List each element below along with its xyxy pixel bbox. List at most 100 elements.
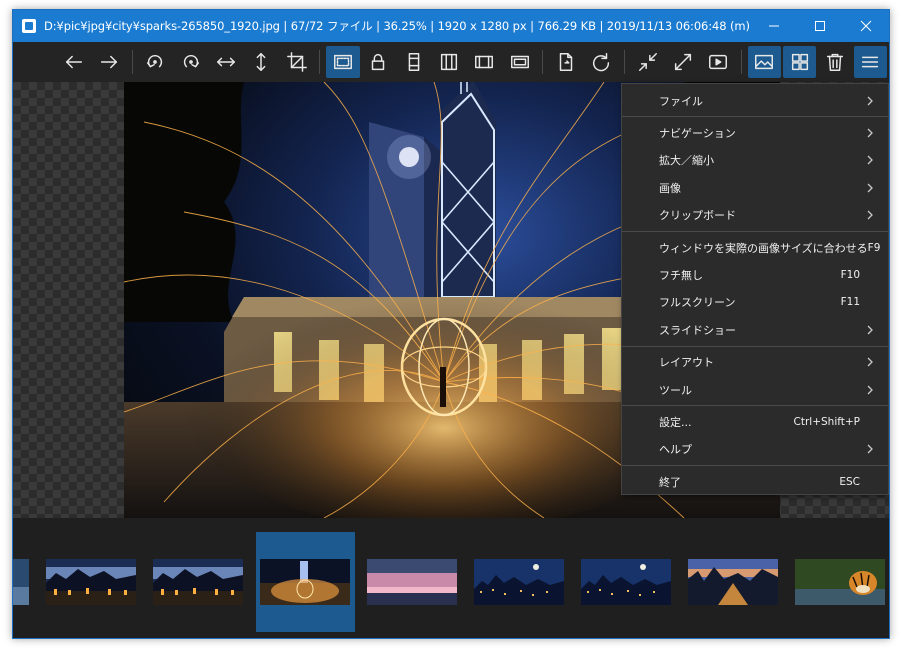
thumbnail-image: [581, 559, 671, 605]
menu-item[interactable]: 画像: [622, 174, 888, 201]
menu-item-shortcut: F11: [840, 296, 860, 309]
menu-item[interactable]: ナビゲーション: [622, 119, 888, 146]
menu-item[interactable]: 終了 ESC: [622, 468, 888, 495]
flip-vertical-button[interactable]: [245, 46, 278, 78]
chevron-right-icon: [867, 128, 873, 138]
arrow-right-icon: [100, 55, 118, 69]
menu-separator: [622, 345, 888, 347]
file-open-icon: [559, 53, 573, 71]
rotate-left-button[interactable]: [139, 46, 172, 78]
menu-item[interactable]: ヘルプ: [622, 436, 888, 463]
rotate-right-button[interactable]: [174, 46, 207, 78]
toolbar: [13, 42, 889, 82]
menu-item-label: ツール: [659, 383, 692, 397]
menu-item[interactable]: レイアウト: [622, 349, 888, 376]
thumbnail[interactable]: [581, 559, 671, 605]
submenu-arrow: [866, 183, 874, 193]
main-menu-button[interactable]: [853, 46, 888, 78]
menu-item-label: ファイル: [659, 94, 703, 108]
crop-icon: [286, 52, 307, 72]
minimize-icon: [769, 25, 779, 27]
submenu-arrow: [866, 96, 874, 106]
close-button[interactable]: [843, 10, 889, 42]
slideshow-button[interactable]: [702, 46, 735, 78]
menu-separator: [622, 405, 888, 407]
next-image-button[interactable]: [92, 46, 125, 78]
arrow-left-icon: [65, 55, 82, 69]
menu-item-shortcut: F9: [867, 241, 881, 254]
thumbnail-selected[interactable]: [260, 559, 350, 605]
thumbnail-image: [153, 559, 243, 605]
thumbnail-image: [260, 559, 350, 605]
menu-item[interactable]: クリップボード: [622, 202, 888, 229]
maximize-button[interactable]: [797, 10, 843, 42]
imageglass-app-icon[interactable]: [22, 19, 36, 33]
title-bar[interactable]: D:¥pic¥jpg¥city¥sparks-265850_1920.jpg |…: [13, 10, 889, 42]
menu-item-shortcut: ESC: [839, 475, 860, 488]
minimize-button[interactable]: [751, 10, 797, 42]
thumbnail-image: [13, 559, 29, 605]
slideshow-icon: [709, 54, 728, 70]
open-file-button[interactable]: [549, 46, 582, 78]
thumbnail-bar: [13, 518, 889, 638]
thumbnail[interactable]: [46, 559, 136, 605]
menu-item-label: 拡大／縮小: [659, 154, 714, 168]
show-viewer-button[interactable]: [747, 46, 782, 78]
refresh-button[interactable]: [585, 46, 618, 78]
crop-button[interactable]: [280, 46, 313, 78]
menu-separator: [622, 465, 888, 467]
lock-zoom-button[interactable]: [362, 46, 395, 78]
thumbnail-image: [795, 559, 885, 605]
main-context-menu: ファイルナビゲーション拡大／縮小画像クリップボード ウィンドウを実際の画像サイズに…: [621, 83, 889, 495]
flip-horizontal-icon: [216, 57, 235, 67]
submenu-arrow: [866, 325, 874, 335]
toolbar-separator: [319, 50, 321, 74]
scale-to-fit-button[interactable]: [468, 46, 501, 78]
show-thumbnails-button[interactable]: [783, 46, 817, 78]
scale-width-icon: [408, 53, 419, 71]
menu-item-label: スライドショー: [659, 323, 736, 337]
chevron-right-icon: [867, 385, 873, 395]
scale-to-width-button[interactable]: [397, 46, 430, 78]
menu-item[interactable]: スライドショー: [622, 316, 888, 343]
hamburger-icon: [862, 56, 879, 68]
menu-item[interactable]: 拡大／縮小: [622, 147, 888, 174]
window-fit-button[interactable]: [631, 46, 664, 78]
thumbnail[interactable]: [13, 559, 29, 605]
submenu-arrow: [866, 155, 874, 165]
refresh-icon: [593, 53, 610, 72]
menu-item-label: レイアウト: [659, 356, 714, 370]
thumbnail-image: [474, 559, 564, 605]
thumbnail[interactable]: [153, 559, 243, 605]
menu-item-shortcut: F10: [840, 269, 860, 282]
chevron-right-icon: [867, 325, 873, 335]
close-icon: [860, 20, 872, 32]
menu-item-label: 画像: [659, 181, 681, 195]
thumbnail[interactable]: [474, 559, 564, 605]
previous-image-button[interactable]: [57, 46, 90, 78]
menu-item[interactable]: フチ無し F10: [622, 261, 888, 288]
flip-horizontal-button[interactable]: [209, 46, 242, 78]
menu-item-label: 終了: [659, 475, 681, 489]
scale-to-height-button[interactable]: [432, 46, 465, 78]
window-title: D:¥pic¥jpg¥city¥sparks-265850_1920.jpg |…: [44, 19, 751, 33]
thumbnail[interactable]: [795, 559, 885, 605]
menu-item-label: フチ無し: [659, 269, 703, 283]
auto-zoom-button[interactable]: [326, 46, 360, 78]
toolbar-separator: [740, 50, 742, 74]
menu-item[interactable]: 設定... Ctrl+Shift+P: [622, 408, 888, 435]
delete-button[interactable]: [818, 46, 851, 78]
thumbnail[interactable]: [688, 559, 778, 605]
menu-item[interactable]: フルスクリーン F11: [622, 289, 888, 316]
menu-item[interactable]: ウィンドウを実際の画像サイズに合わせる F9: [622, 234, 888, 261]
thumbnail[interactable]: [367, 559, 457, 605]
thumbnail-image: [367, 559, 457, 605]
menu-item[interactable]: ツール: [622, 376, 888, 403]
fullscreen-button[interactable]: [666, 46, 699, 78]
menu-separator: [622, 116, 888, 118]
menu-item[interactable]: ファイル: [622, 87, 888, 114]
chevron-right-icon: [867, 357, 873, 367]
submenu-arrow: [866, 128, 874, 138]
chevron-right-icon: [867, 210, 873, 220]
scale-to-fill-button[interactable]: [503, 46, 536, 78]
